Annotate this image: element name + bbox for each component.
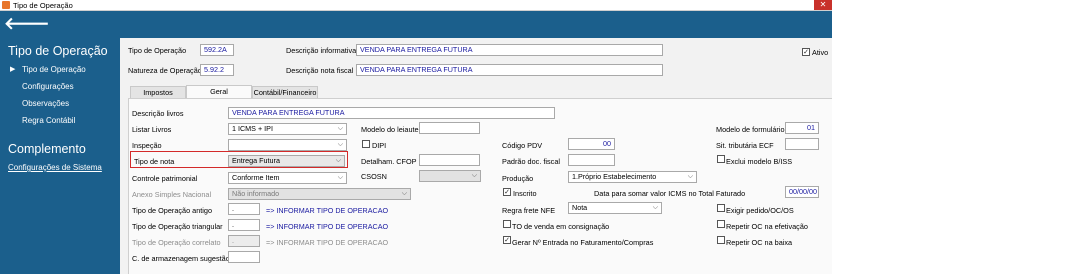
chevron-down-icon: ⌵ <box>401 190 407 197</box>
producao-value: 1.Próprio Estabelecimento <box>572 172 657 181</box>
anexo-value: Não informado <box>232 189 280 198</box>
sidebar-item-tipo-operacao[interactable]: Tipo de Operação <box>22 65 86 74</box>
tab-impostos[interactable]: Impostos <box>130 86 186 98</box>
tipo-operacao-field[interactable]: 592.2A <box>200 44 234 56</box>
sit-tributaria-field[interactable] <box>785 138 819 150</box>
back-arrow-icon[interactable]: 🡐 <box>4 14 50 34</box>
desc-nota-label: Descrição nota fiscal <box>286 66 354 75</box>
tipo-op-antigo-link[interactable]: => INFORMAR TIPO DE OPERACAO <box>266 206 388 215</box>
to-venda-label: TO de venda em consignação <box>512 222 610 231</box>
chevron-down-icon: ⌵ <box>337 174 343 181</box>
producao-select[interactable]: 1.Próprio Estabelecimento ⌵ <box>568 171 697 183</box>
repetir-oc-baixa-checkbox[interactable] <box>717 236 725 244</box>
repetir-oc-efetivacao-checkbox[interactable] <box>717 220 725 228</box>
listar-livros-label: Listar Livros <box>132 125 172 134</box>
exigir-pedido-label: Exigir pedido/OC/OS <box>726 206 794 215</box>
modelo-leiaute-label: Modelo do leiaute <box>361 125 419 134</box>
natureza-label: Natureza de Operação <box>128 66 202 75</box>
gerar-nf-label: Gerar Nº Entrada no Faturamento/Compras <box>512 238 654 247</box>
dipi-checkbox[interactable] <box>362 140 370 148</box>
chevron-down-icon: ⌵ <box>337 141 343 148</box>
complement-heading: Complemento <box>8 142 86 156</box>
sidebar-item-regra-contabil[interactable]: Regra Contábil <box>22 116 75 125</box>
sit-tributaria-label: Sit. tributária ECF <box>716 141 774 150</box>
outer-background <box>832 0 1080 274</box>
codigo-pdv-label: Código PDV <box>502 141 543 150</box>
tab-contabil-financeiro[interactable]: Contábil/Financeiro <box>252 86 318 98</box>
window-title: Tipo de Operação <box>13 1 73 10</box>
codigo-pdv-field[interactable]: 00 <box>568 138 615 150</box>
tab-geral[interactable]: Geral <box>186 85 252 98</box>
app-icon <box>2 1 10 9</box>
regra-frete-select[interactable]: Nota ⌵ <box>568 202 662 214</box>
dipi-label: DIPI <box>372 141 387 150</box>
natureza-field[interactable]: 5.92.2 <box>200 64 234 76</box>
padrao-doc-fiscal-label: Padrão doc. fiscal <box>502 157 561 166</box>
tipo-op-triangular-field[interactable]: . <box>228 219 260 231</box>
detalham-cfop-field[interactable] <box>419 154 480 166</box>
sidebar: Tipo de Operação ▶ Tipo de Operação Conf… <box>0 38 120 274</box>
producao-label: Produção <box>502 174 534 183</box>
modelo-formulario-label: Modelo de formulário <box>716 125 785 134</box>
desc-info-field[interactable]: VENDA PARA ENTREGA FUTURA <box>356 44 663 56</box>
exclui-modelo-label: Exclui modelo B/ISS <box>726 157 793 166</box>
data-somar-field[interactable]: 00/00/00 <box>785 186 819 198</box>
tipo-operacao-label: Tipo de Operação <box>128 46 187 55</box>
exclui-modelo-checkbox[interactable] <box>717 155 725 163</box>
csosn-label: CSOSN <box>361 172 387 181</box>
descricao-livros-field[interactable]: VENDA PARA ENTREGA FUTURA <box>228 107 555 119</box>
regra-frete-value: Nota <box>572 203 588 212</box>
padrao-doc-fiscal-field[interactable] <box>568 154 615 166</box>
tipo-op-triangular-label: Tipo de Operação triangular <box>132 222 223 231</box>
sidebar-link-config-sistema[interactable]: Configurações de Sistema <box>8 163 102 172</box>
csosn-select[interactable]: ⌵ <box>419 170 481 182</box>
sidebar-item-observacoes[interactable]: Observações <box>22 99 69 108</box>
highlight-box <box>130 151 348 168</box>
ativo-checkbox[interactable]: ✓ <box>802 48 810 56</box>
tipo-op-antigo-label: Tipo de Operação antigo <box>132 206 213 215</box>
regra-frete-label: Regra frete NFE <box>502 206 556 215</box>
desc-nota-field[interactable]: VENDA PARA ENTREGA FUTURA <box>356 64 663 76</box>
desc-info-label: Descrição informativa <box>286 46 357 55</box>
controle-patrimonial-value: Conforme Item <box>232 173 280 182</box>
inscrito-checkbox[interactable]: ✓ <box>503 188 511 196</box>
exigir-pedido-checkbox[interactable] <box>717 204 725 212</box>
repetir-oc-efetivacao-label: Repetir OC na efetivação <box>726 222 808 231</box>
listar-livros-select[interactable]: 1 ICMS + IPI ⌵ <box>228 123 347 135</box>
ativo-label: Ativo <box>812 48 829 57</box>
data-somar-label: Data para somar valor ICMS no Total Fatu… <box>594 189 746 198</box>
sidebar-item-configuracoes[interactable]: Configurações <box>22 82 74 91</box>
armazenagem-field[interactable] <box>228 251 260 263</box>
tipo-op-triangular-link[interactable]: => INFORMAR TIPO DE OPERACAO <box>266 222 388 231</box>
listar-livros-value: 1 ICMS + IPI <box>232 124 273 133</box>
tipo-op-correlato-field[interactable]: . <box>228 235 260 247</box>
inspecao-label: Inspeção <box>132 141 162 150</box>
modelo-formulario-field[interactable]: 01 <box>785 122 819 134</box>
controle-patrimonial-label: Controle patrimonial <box>132 174 198 183</box>
sidebar-heading: Tipo de Operação <box>8 44 108 58</box>
anexo-select[interactable]: Não informado ⌵ <box>228 188 411 200</box>
window-titlebar: Tipo de Operação ✕ <box>0 0 832 11</box>
close-icon[interactable]: ✕ <box>814 0 832 10</box>
gerar-nf-checkbox[interactable]: ✓ <box>503 236 511 244</box>
top-bar: 🡐 <box>0 11 832 38</box>
chevron-down-icon: ⌵ <box>687 173 693 180</box>
modelo-leiaute-field[interactable] <box>419 122 480 134</box>
chevron-down-icon: ⌵ <box>337 125 343 132</box>
inspecao-select[interactable]: ⌵ <box>228 139 347 151</box>
controle-patrimonial-select[interactable]: Conforme Item ⌵ <box>228 172 347 184</box>
tipo-op-correlato-link[interactable]: => INFORMAR TIPO DE OPERACAO <box>266 238 388 247</box>
tipo-op-correlato-label: Tipo de Operação correlato <box>132 238 221 247</box>
chevron-down-icon: ⌵ <box>652 204 658 211</box>
detalham-cfop-label: Detalham. CFOP <box>361 157 417 166</box>
to-venda-checkbox[interactable] <box>503 220 511 228</box>
tipo-op-antigo-field[interactable]: . <box>228 203 260 215</box>
chevron-down-icon: ⌵ <box>471 172 477 179</box>
inscrito-label: Inscrito <box>513 189 537 198</box>
anexo-label: Anexo Simples Nacional <box>132 190 212 199</box>
repetir-oc-baixa-label: Repetir OC na baixa <box>726 238 793 247</box>
armazenagem-label: C. de armazenagem sugestão <box>132 254 230 263</box>
selected-arrow-icon: ▶ <box>10 66 16 73</box>
descricao-livros-label: Descrição livros <box>132 109 184 118</box>
